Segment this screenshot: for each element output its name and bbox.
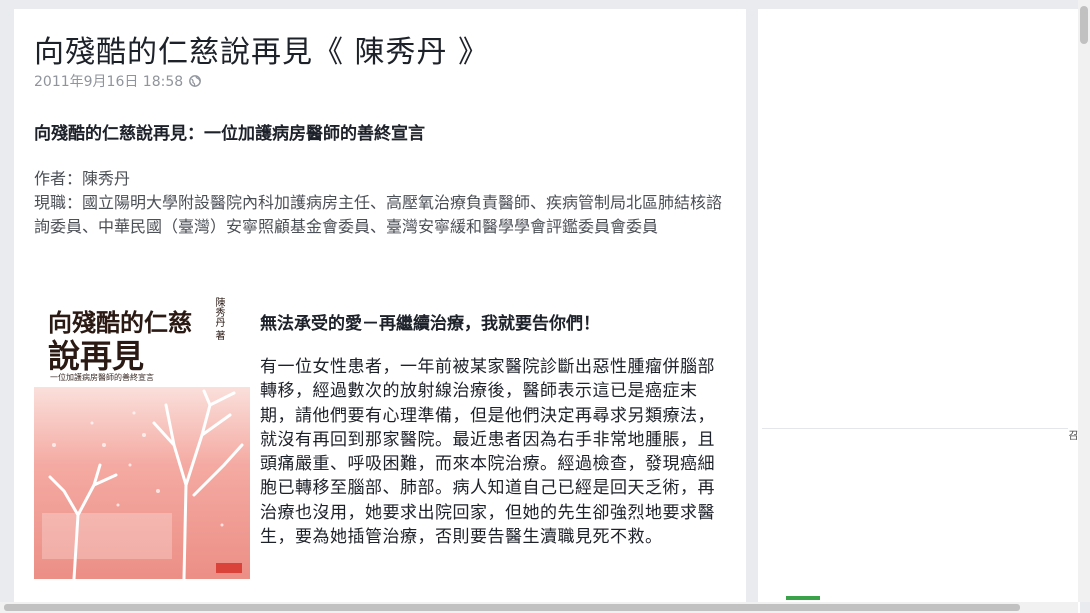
sidebar-cutoff-text: 召 (1068, 430, 1077, 440)
author-info: 作者：陳秀丹 現職：國立陽明大學附設醫院內科加護病房主任、高壓氧治療負責醫師、疾… (34, 167, 724, 239)
globe-icon[interactable] (189, 75, 202, 87)
right-sidebar (758, 9, 1080, 613)
post-date[interactable]: 2011年9月16日 18:58 (34, 71, 183, 91)
author-line: 作者：陳秀丹 (34, 169, 131, 188)
post-card: 向殘酷的仁慈說再見《 陳秀丹 》 2011年9月16日 18:58 向殘酷的仁慈… (14, 9, 746, 613)
book-cover-image[interactable]: 向殘酷的仁慈 說再見 一位加護病房醫師的善終宣言 陳秀丹 著 (34, 295, 250, 579)
horizontal-scrollbar[interactable] (0, 602, 1078, 613)
vertical-scrollbar-thumb[interactable] (1080, 6, 1088, 44)
book-subtitle: 一位加護病房醫師的善終宣言 (50, 373, 154, 382)
book-author: 陳秀丹 著 (213, 297, 224, 341)
post-title: 向殘酷的仁慈說再見《 陳秀丹 》 (34, 35, 490, 70)
horizontal-scrollbar-thumb[interactable] (4, 604, 1020, 611)
post-subtitle: 向殘酷的仁慈說再見：一位加護病房醫師的善終宣言 (34, 124, 425, 144)
position-line: 現職：國立陽明大學附設醫院內科加護病房主任、高壓氧治療負責醫師、疾病管制局北區肺… (34, 193, 723, 236)
post-meta: 2011年9月16日 18:58 (34, 71, 202, 91)
sidebar-divider (762, 428, 1068, 429)
vertical-scrollbar[interactable] (1078, 0, 1090, 602)
post-paragraph: 有一位女性患者，一年前被某家醫院診斷出惡性腫瘤併腦部轉移，經過數次的放射線治療後… (260, 357, 715, 548)
sidebar-green-mark (786, 596, 820, 600)
section-heading: 無法承受的愛－再繼續治療，我就要告你們！ (260, 314, 600, 334)
book-title-line2: 說再見 (48, 337, 145, 375)
